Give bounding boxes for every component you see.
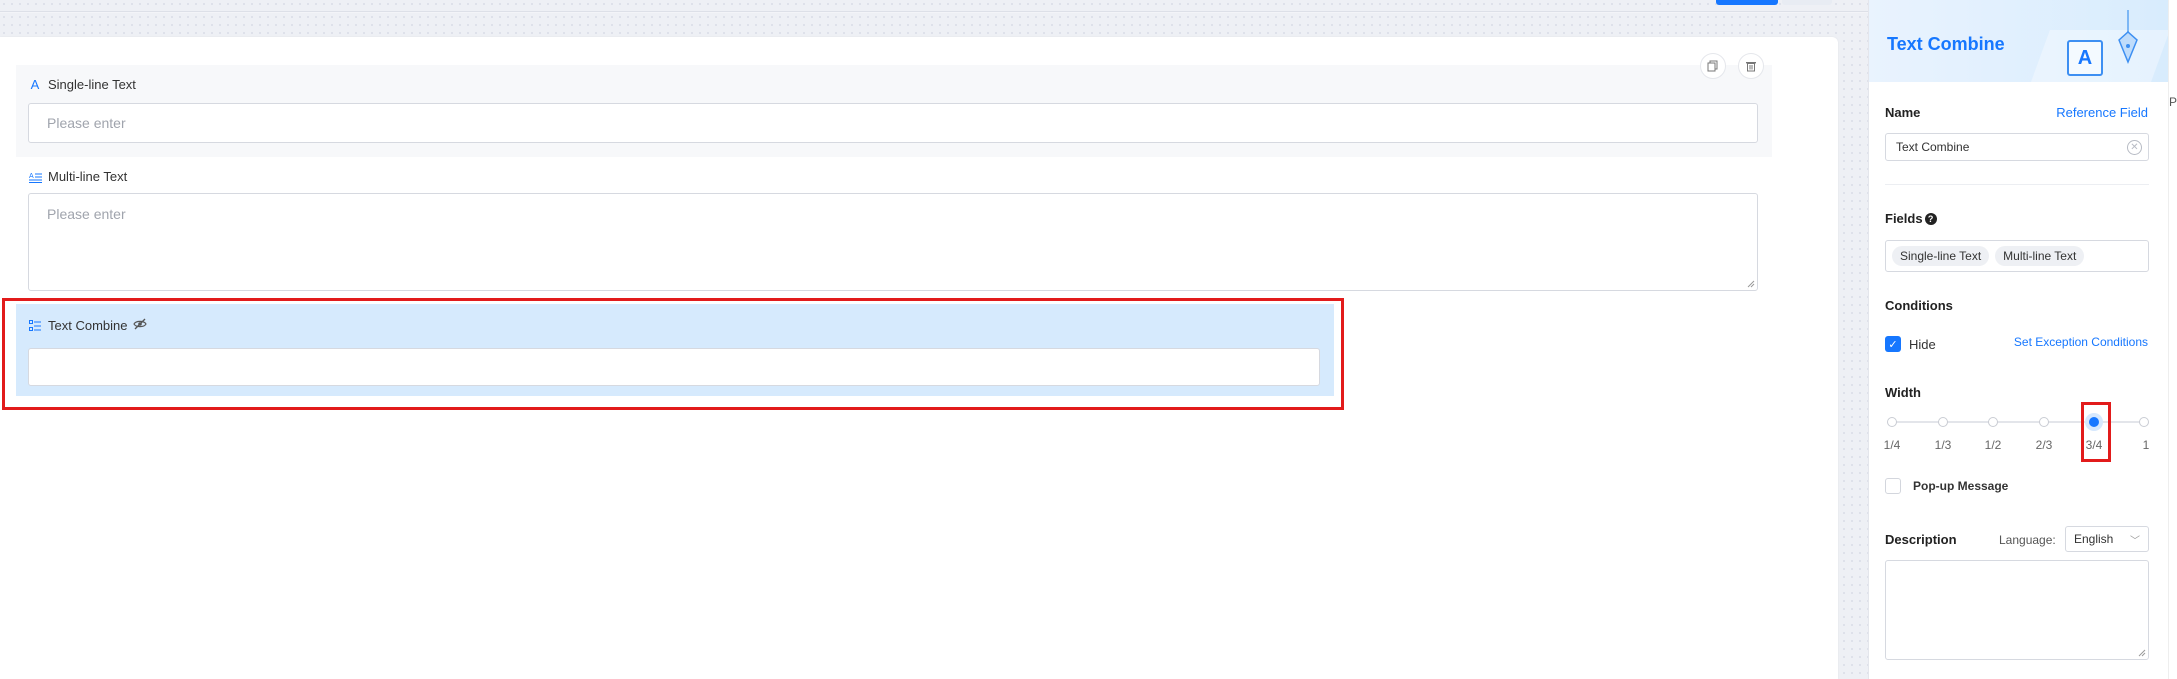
- pen-icon: [2118, 10, 2138, 64]
- fields-select[interactable]: Single-line Text Multi-line Text: [1885, 240, 2149, 272]
- text-a-icon: A: [2067, 40, 2103, 76]
- name-input[interactable]: Text Combine ✕: [1885, 133, 2149, 161]
- canvas-top-bar: [0, 0, 1868, 12]
- properties-panel: A Text Combine Name Reference Field Text…: [1868, 0, 2169, 679]
- multi-line-label: A Multi-line Text: [28, 169, 128, 184]
- multi-line-textarea[interactable]: Please enter: [28, 193, 1758, 291]
- width-mark[interactable]: 1/2: [1978, 438, 2008, 452]
- popup-message-label: Pop-up Message: [1913, 479, 2009, 493]
- svg-text:A: A: [29, 173, 34, 180]
- highlight-text-combine-box: [2, 298, 1344, 410]
- hide-label: Hide: [1909, 337, 1936, 352]
- width-slider-dot[interactable]: [1988, 417, 1998, 427]
- field-tag[interactable]: Single-line Text: [1892, 246, 1990, 266]
- top-secondary-button[interactable]: [1782, 0, 1832, 5]
- language-select[interactable]: English ﹀: [2065, 526, 2149, 552]
- language-label: Language:: [1999, 533, 2056, 547]
- help-icon[interactable]: ?: [1924, 213, 1937, 225]
- panel-header: A Text Combine: [1869, 0, 2169, 82]
- chevron-down-icon: ﹀: [2130, 536, 2140, 547]
- single-line-field[interactable]: A Single-line Text Please enter: [16, 65, 1772, 157]
- single-line-input[interactable]: Please enter: [28, 103, 1758, 143]
- field-tag[interactable]: Multi-line Text: [1995, 246, 2085, 266]
- adjacent-panel-edge: Pe: [2168, 0, 2177, 679]
- width-slider-dot[interactable]: [1938, 417, 1948, 427]
- resize-handle-icon[interactable]: [1747, 280, 1755, 288]
- copy-icon[interactable]: [1700, 53, 1726, 79]
- description-textarea[interactable]: [1885, 560, 2149, 660]
- font-a-icon: A: [30, 77, 40, 92]
- width-slider-dot[interactable]: [1887, 417, 1897, 427]
- width-slider-dot[interactable]: [2139, 417, 2149, 427]
- adjacent-panel-text: Pe: [2169, 95, 2177, 109]
- hide-checkbox[interactable]: ✓: [1885, 336, 1901, 352]
- divider: [1885, 184, 2149, 185]
- fields-label: Fields?: [1885, 211, 1937, 226]
- multiline-icon: A: [28, 171, 42, 183]
- reference-field-link[interactable]: Reference Field: [2056, 105, 2148, 120]
- name-label: Name: [1885, 105, 1921, 120]
- clear-icon[interactable]: ✕: [2127, 140, 2142, 155]
- resize-handle-icon[interactable]: [2138, 649, 2146, 657]
- single-line-label: A Single-line Text: [28, 77, 136, 92]
- width-mark[interactable]: 1: [2131, 438, 2161, 452]
- width-mark[interactable]: 1/4: [1877, 438, 1907, 452]
- delete-icon[interactable]: [1738, 53, 1764, 79]
- description-label: Description: [1885, 532, 1957, 547]
- width-mark[interactable]: 1/3: [1928, 438, 1958, 452]
- width-mark[interactable]: 2/3: [2029, 438, 2059, 452]
- set-exception-conditions-link[interactable]: Set Exception Conditions: [2014, 335, 2148, 349]
- width-label: Width: [1885, 385, 1921, 400]
- width-slider-dot[interactable]: [2039, 417, 2049, 427]
- conditions-label: Conditions: [1885, 298, 1953, 313]
- popup-message-checkbox[interactable]: [1885, 478, 1901, 494]
- highlight-width-handle-box: [2081, 402, 2111, 462]
- panel-title: Text Combine: [1887, 34, 2005, 54]
- top-primary-button[interactable]: [1716, 0, 1778, 5]
